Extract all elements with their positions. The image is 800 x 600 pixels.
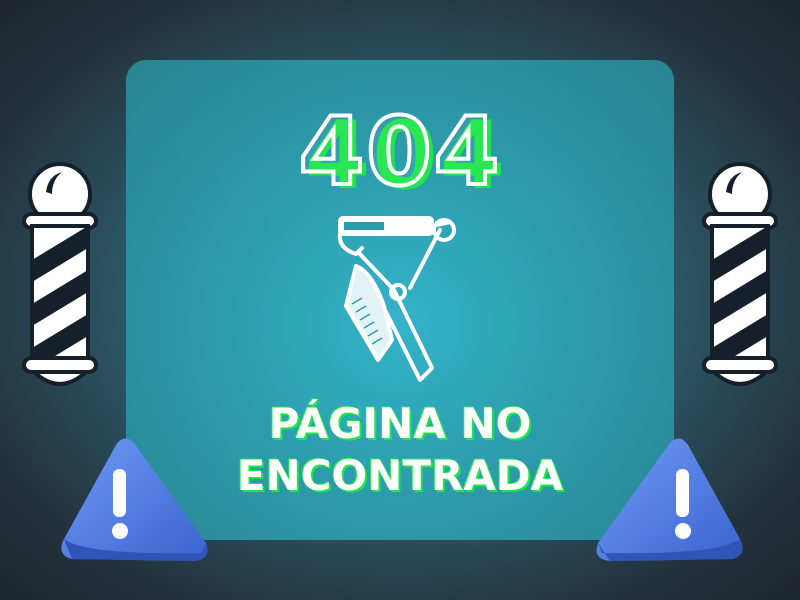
- error-code: 404: [297, 98, 502, 207]
- warning-right-icon: [596, 438, 743, 561]
- warning-left-icon: [61, 438, 208, 561]
- scissors-comb-icon: [337, 216, 456, 382]
